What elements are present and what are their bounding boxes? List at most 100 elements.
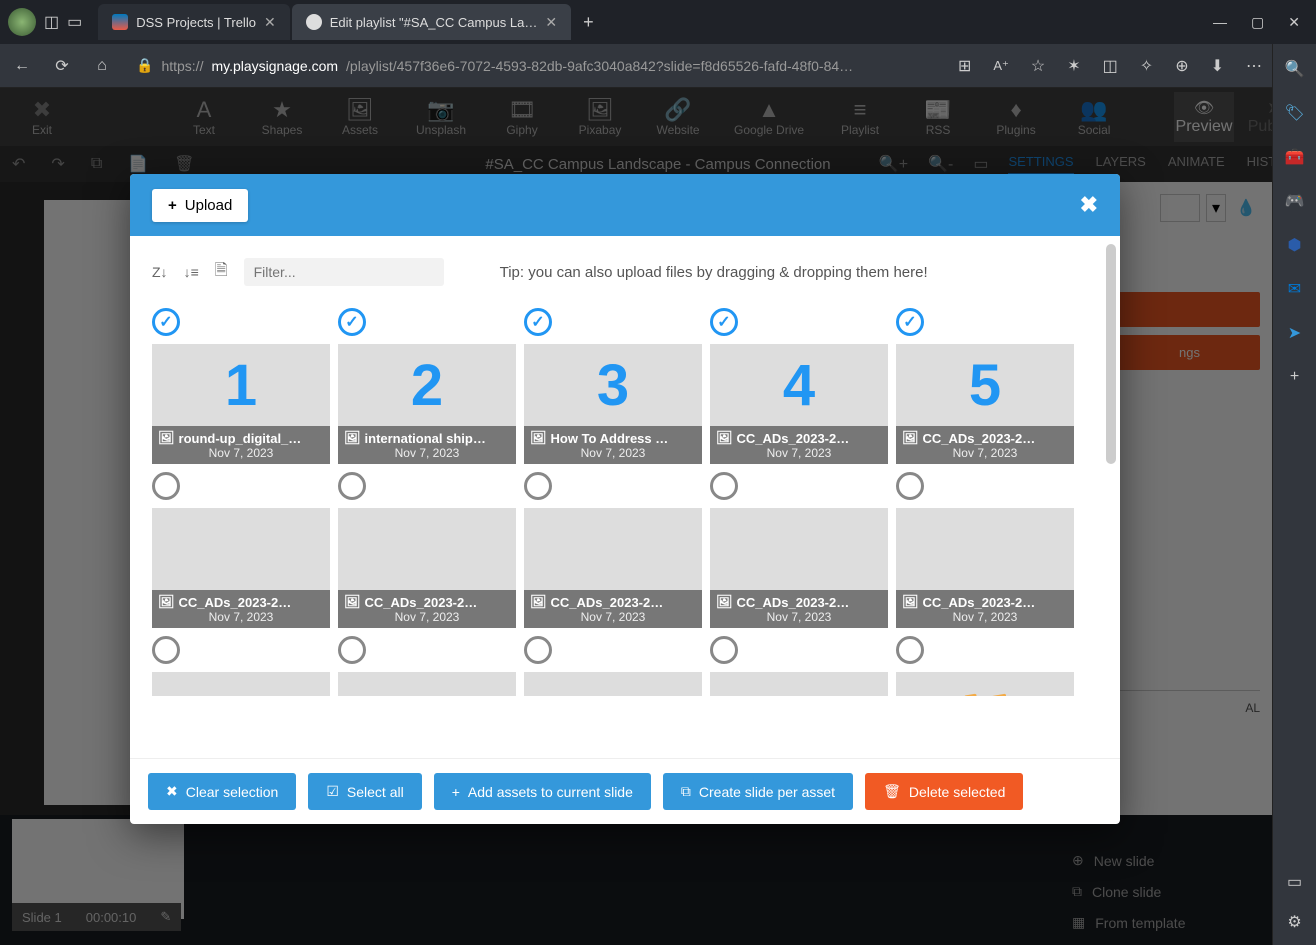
modal-body: Z↓ ↓≡ 🗎 Tip: you can also upload files b… <box>130 236 1120 758</box>
browser-tab-playsignage[interactable]: Edit playlist "#SA_CC Campus La… ✕ <box>292 4 571 40</box>
select-checkmark[interactable] <box>152 472 180 500</box>
clear-selection-button[interactable]: ✖Clear selection <box>148 773 296 810</box>
home-icon[interactable]: ⌂ <box>92 57 112 75</box>
select-checkmark[interactable] <box>338 472 366 500</box>
select-checkmark[interactable] <box>896 472 924 500</box>
asset-item[interactable] <box>524 636 702 696</box>
asset-caption: 🖼 CC_ADs_2023-2… Nov 7, 2023 <box>338 590 516 628</box>
asset-item[interactable]: 5 🖼 CC_ADs_2023-2… Nov 7, 2023 <box>896 308 1074 464</box>
select-checkmark[interactable] <box>896 636 924 664</box>
asset-date: Nov 7, 2023 <box>344 610 510 624</box>
new-tab-button[interactable]: + <box>573 12 604 33</box>
asset-date: Nov 7, 2023 <box>716 610 882 624</box>
tab-actions-icon[interactable]: ▭ <box>67 12 82 32</box>
downloads-icon[interactable]: ⬇ <box>1211 56 1224 76</box>
asset-filename: 🖼 CC_ADs_2023-2… <box>344 594 510 610</box>
select-checkmark[interactable] <box>710 308 738 336</box>
game-icon[interactable]: 🎮 <box>1284 190 1306 212</box>
select-checkmark[interactable] <box>338 636 366 664</box>
outlook-icon[interactable]: ✉ <box>1284 278 1306 300</box>
site-lock-icon[interactable]: 🔒 <box>136 57 153 74</box>
select-checkmark[interactable] <box>524 472 552 500</box>
select-checkmark[interactable] <box>524 636 552 664</box>
text-size-icon[interactable]: A⁺ <box>993 58 1009 74</box>
settings-icon[interactable]: ⚙ <box>1284 911 1306 933</box>
url-host: my.playsignage.com <box>211 58 338 74</box>
asset-item[interactable]: 🖼 CC_ADs_2023-2… Nov 7, 2023 <box>338 472 516 628</box>
check-icon: ☑ <box>326 783 339 800</box>
browser-tab-trello[interactable]: DSS Projects | Trello ✕ <box>98 4 289 40</box>
select-all-button[interactable]: ☑Select all <box>308 773 421 810</box>
assets-modal: + Upload ✖ Z↓ ↓≡ 🗎 Tip: you can also upl… <box>130 174 1120 824</box>
more-icon[interactable]: ⋯ <box>1246 56 1262 76</box>
close-tab-icon[interactable]: ✕ <box>545 14 557 31</box>
asset-item[interactable]: 2 🖼 international ship… Nov 7, 2023 <box>338 308 516 464</box>
back-icon[interactable]: ← <box>12 57 32 75</box>
add-assets-button[interactable]: +Add assets to current slide <box>434 773 651 810</box>
refresh-icon[interactable]: ⟳ <box>52 56 72 76</box>
search-icon[interactable]: 🔍 <box>1284 58 1306 80</box>
delete-selected-button[interactable]: 🗑Delete selected <box>865 773 1023 810</box>
select-checkmark[interactable] <box>710 636 738 664</box>
asset-caption: 🖼 round-up_digital_… Nov 7, 2023 <box>152 426 330 464</box>
tab-title: Edit playlist "#SA_CC Campus La… <box>330 15 538 30</box>
select-checkmark[interactable] <box>524 308 552 336</box>
workspaces-icon[interactable]: ◫ <box>44 12 59 32</box>
office-icon[interactable]: ⬢ <box>1284 234 1306 256</box>
split-icon[interactable]: ◫ <box>1103 56 1118 76</box>
upload-button[interactable]: + Upload <box>152 189 248 222</box>
asset-item[interactable]: 📁 <box>896 636 1074 696</box>
close-modal-icon[interactable]: ✖ <box>1080 192 1098 218</box>
asset-item[interactable]: 4 🖼 CC_ADs_2023-2… Nov 7, 2023 <box>710 308 888 464</box>
asset-thumbnail <box>338 508 516 590</box>
asset-thumbnail: 1 <box>152 344 330 426</box>
addressbar: ← ⟳ ⌂ 🔒 https://my.playsignage.com/playl… <box>0 44 1316 88</box>
asset-filename: 🖼 How To Address … <box>530 430 696 446</box>
asset-item[interactable]: 🖼 CC_ADs_2023-2… Nov 7, 2023 <box>896 472 1074 628</box>
select-checkmark[interactable] <box>152 308 180 336</box>
asset-item[interactable] <box>710 636 888 696</box>
create-slide-per-asset-button[interactable]: ⧉Create slide per asset <box>663 773 853 810</box>
app-icon[interactable]: ⊞ <box>958 56 971 76</box>
sort-za-icon[interactable]: Z↓ <box>152 264 168 280</box>
url-input[interactable]: 🔒 https://my.playsignage.com/playlist/45… <box>132 57 857 74</box>
sort-desc-icon[interactable]: ↓≡ <box>184 264 199 280</box>
edge-sidebar: 🔍 🏷 🧰 🎮 ⬢ ✉ ➤ + ▭ ⚙ <box>1272 44 1316 945</box>
add-icon[interactable]: + <box>1284 366 1306 388</box>
modal-header: + Upload ✖ <box>130 174 1120 236</box>
asset-thumbnail <box>710 672 888 696</box>
asset-caption: 🖼 CC_ADs_2023-2… Nov 7, 2023 <box>524 590 702 628</box>
asset-item[interactable]: 🖼 CC_ADs_2023-2… Nov 7, 2023 <box>524 472 702 628</box>
select-checkmark[interactable] <box>338 308 366 336</box>
asset-item[interactable]: 1 🖼 round-up_digital_… Nov 7, 2023 <box>152 308 330 464</box>
collections-icon[interactable]: ⊕ <box>1175 56 1188 76</box>
asset-filename: 🖼 CC_ADs_2023-2… <box>716 430 882 446</box>
close-tab-icon[interactable]: ✕ <box>264 14 276 31</box>
asset-item[interactable] <box>338 636 516 696</box>
shopping-icon[interactable]: 🏷 <box>1284 102 1306 124</box>
select-checkmark[interactable] <box>710 472 738 500</box>
asset-thumbnail: 4 <box>710 344 888 426</box>
select-checkmark[interactable] <box>896 308 924 336</box>
asset-filename: 🖼 round-up_digital_… <box>158 430 324 446</box>
favorites-bar-icon[interactable]: ✧ <box>1140 56 1153 76</box>
asset-item[interactable] <box>152 636 330 696</box>
panel-icon[interactable]: ▭ <box>1284 871 1306 893</box>
scrollbar[interactable] <box>1106 244 1116 464</box>
tools-icon[interactable]: 🧰 <box>1284 146 1306 168</box>
os-avatar-icon <box>8 8 36 36</box>
close-window-icon[interactable]: ✕ <box>1288 14 1300 31</box>
selection-order: 5 <box>896 344 1074 426</box>
select-checkmark[interactable] <box>152 636 180 664</box>
favorite-icon[interactable]: ☆ <box>1031 56 1045 76</box>
file-icon[interactable]: 🗎 <box>215 259 228 286</box>
maximize-icon[interactable]: ▢ <box>1251 14 1264 31</box>
extensions-icon[interactable]: ✶ <box>1067 56 1080 76</box>
send-icon[interactable]: ➤ <box>1284 322 1306 344</box>
filter-input[interactable] <box>244 258 444 286</box>
asset-item[interactable]: 🖼 CC_ADs_2023-2… Nov 7, 2023 <box>152 472 330 628</box>
asset-thumbnail <box>338 672 516 696</box>
asset-item[interactable]: 3 🖼 How To Address … Nov 7, 2023 <box>524 308 702 464</box>
minimize-icon[interactable]: — <box>1213 14 1227 31</box>
asset-item[interactable]: 🖼 CC_ADs_2023-2… Nov 7, 2023 <box>710 472 888 628</box>
